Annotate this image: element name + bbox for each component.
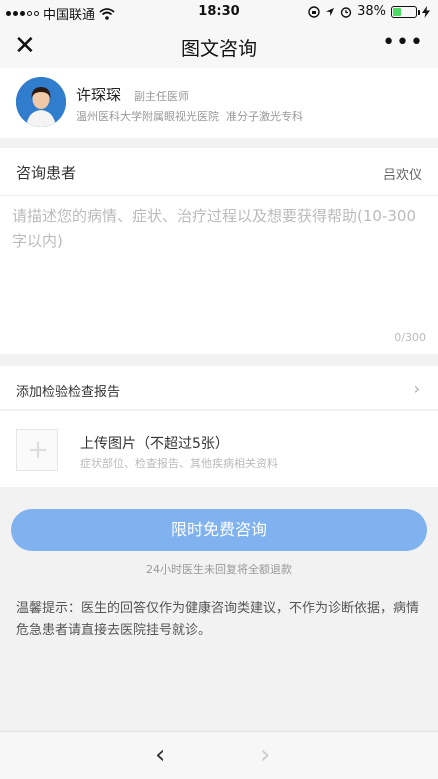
screen-lock-icon bbox=[308, 5, 320, 18]
back-arrow-icon[interactable]: ‹ bbox=[155, 740, 165, 770]
doctor-card: 许琛琛 副主任医师 温州医科大学附属眼视光医院 准分子激光专科 bbox=[0, 68, 438, 138]
doctor-hospital: 温州医科大学附属眼视光医院 准分子激光专科 bbox=[76, 108, 303, 124]
department-name: 准分子激光专科 bbox=[226, 110, 303, 123]
char-counter: 0/300 bbox=[394, 331, 426, 344]
upload-images-row: + 上传图片（不超过5张） 症状部位、检查报告、其他疾病相关资料 bbox=[0, 411, 438, 487]
doctor-name: 许琛琛 bbox=[76, 86, 122, 104]
doctor-avatar bbox=[16, 77, 66, 127]
consult-form: 咨询患者 吕欢仪 请描述您的病情、症状、治疗过程以及想要获得帮助(10-300字… bbox=[0, 148, 438, 354]
charging-icon bbox=[422, 5, 430, 18]
hospital-name: 温州医科大学附属眼视光医院 bbox=[76, 110, 219, 123]
warm-tip: 温馨提示：医生的回答仅作为健康咨询类建议，不作为诊断依据，病情危急患者请直接去医… bbox=[16, 601, 420, 638]
doctor-rank: 副主任医师 bbox=[134, 90, 189, 103]
battery-icon bbox=[391, 5, 420, 18]
add-report-row[interactable]: 添加检验检查报告 › bbox=[0, 366, 438, 410]
plus-icon: + bbox=[27, 435, 49, 465]
page-title: 图文咨询 bbox=[180, 38, 257, 60]
more-icon[interactable]: ••• bbox=[382, 30, 424, 55]
upload-subtitle: 症状部位、检查报告、其他疾病相关资料 bbox=[80, 457, 278, 470]
divider bbox=[0, 195, 438, 196]
refund-note: 24小时医生未回复将全额退款 bbox=[146, 563, 292, 576]
nav-bar: ✕ 图文咨询 ••• bbox=[0, 24, 438, 68]
battery-percent: 38% bbox=[357, 4, 386, 19]
add-image-button[interactable]: + bbox=[16, 429, 58, 471]
upload-title: 上传图片（不超过5张） bbox=[80, 436, 229, 452]
alarm-icon bbox=[340, 6, 352, 18]
chevron-right-icon: › bbox=[413, 379, 420, 398]
forward-arrow-icon[interactable]: › bbox=[260, 740, 270, 770]
patient-label: 咨询患者 bbox=[16, 164, 77, 182]
battery-level bbox=[393, 7, 402, 16]
status-right: 38% bbox=[308, 4, 430, 19]
patient-selector[interactable]: 吕欢仪 bbox=[383, 164, 422, 183]
location-icon bbox=[326, 7, 335, 16]
add-report-label: 添加检验检查报告 bbox=[16, 385, 121, 400]
description-textarea[interactable]: 请描述您的病情、症状、治疗过程以及想要获得帮助(10-300字以内) bbox=[12, 204, 424, 254]
status-bar: 中国联通 18:30 38% bbox=[0, 0, 438, 24]
bottom-nav-bar: ‹ › bbox=[0, 731, 438, 779]
free-consult-button[interactable]: 限时免费咨询 bbox=[11, 509, 427, 551]
